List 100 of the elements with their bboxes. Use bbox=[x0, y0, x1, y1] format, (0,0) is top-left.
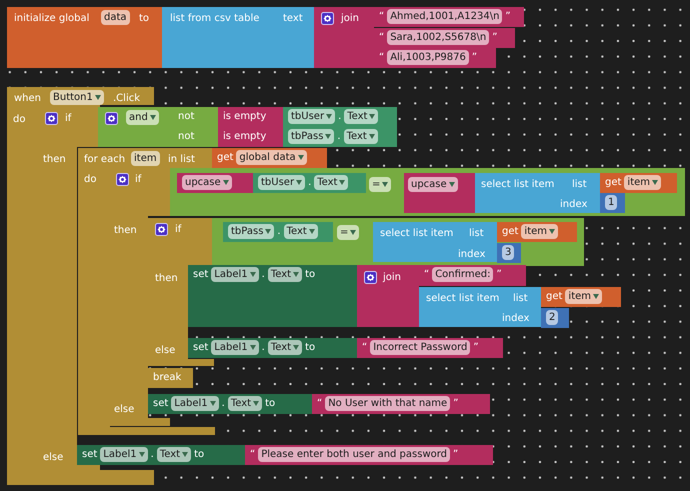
dropdown[interactable]: Text bbox=[156, 447, 192, 462]
gear-icon[interactable] bbox=[321, 12, 334, 25]
list-block[interactable]: list from csv table text join “ Ahmed,1001,A1234\n ” “ Sara,1002,S5678\n ” “ Ali,1003,P9876 ” bbox=[162, 7, 524, 68]
text-block[interactable]: is empty tbPass . Text bbox=[218, 127, 397, 147]
dropdown[interactable]: Text bbox=[344, 109, 378, 124]
text-block[interactable]: “ Sara,1002,S5678\n ” bbox=[374, 28, 515, 48]
text-block[interactable]: “ Please enter both user and password ” bbox=[245, 445, 493, 465]
variable-block[interactable]: get global data bbox=[212, 148, 327, 168]
text-block[interactable]: “ Confirmed: ” bbox=[419, 265, 526, 286]
number-block[interactable]: 1 bbox=[600, 193, 625, 213]
dropdown[interactable]: global data bbox=[236, 150, 307, 165]
variable-name-field[interactable]: data bbox=[101, 10, 130, 25]
dropdown[interactable]: Label1 bbox=[211, 340, 259, 355]
gear-icon[interactable] bbox=[105, 112, 118, 125]
property-getter-block[interactable]: tbPass . Text bbox=[283, 127, 397, 147]
list-block[interactable]: select list item list get item index 3 bbox=[373, 222, 577, 263]
text-value-field[interactable]: Ali,1003,P9876 bbox=[387, 50, 469, 65]
dropdown[interactable]: item bbox=[624, 175, 662, 190]
text-value-field[interactable]: Incorrect Password bbox=[370, 340, 470, 355]
number-block[interactable]: 3 bbox=[497, 243, 521, 263]
property-setter-block[interactable]: set Label1 . Text to join “ Confirmed: ” select list item list get item index 2 bbox=[188, 265, 621, 328]
text-block[interactable]: “ No User with that name ” bbox=[312, 394, 490, 414]
text-block[interactable]: is empty tbUser . Text bbox=[218, 107, 397, 127]
text-value-field[interactable]: Sara,1002,S5678\n bbox=[387, 30, 490, 45]
dropdown[interactable]: Label1 bbox=[171, 396, 219, 411]
dropdown[interactable]: upcase bbox=[408, 177, 458, 192]
variable-block[interactable]: get item bbox=[541, 287, 621, 307]
property-setter-block[interactable]: set Label1 . Text to “ No User with that name ” bbox=[148, 394, 490, 414]
gear-icon[interactable] bbox=[116, 173, 129, 186]
dropdown[interactable]: = bbox=[337, 225, 360, 240]
dropdown[interactable]: Text bbox=[314, 175, 348, 190]
block-label: set bbox=[193, 341, 208, 355]
block-label: join bbox=[341, 12, 360, 26]
block-label: . bbox=[222, 397, 225, 411]
property-getter-block[interactable]: tbUser . Text bbox=[253, 173, 366, 193]
gear-icon[interactable] bbox=[45, 112, 58, 125]
block-label: .Click bbox=[113, 92, 140, 106]
dropdown[interactable]: Label1 bbox=[100, 447, 148, 462]
dropdown[interactable]: Text bbox=[228, 396, 262, 411]
text-block[interactable]: “ Ali,1003,P9876 ” bbox=[374, 48, 496, 68]
text-block[interactable]: join “ Confirmed: ” select list item list get item index 2 bbox=[357, 265, 621, 328]
caret-icon bbox=[382, 182, 388, 187]
dropdown[interactable]: Label1 bbox=[211, 267, 259, 282]
dropdown[interactable]: item bbox=[521, 224, 558, 239]
caret-icon bbox=[293, 345, 300, 350]
logic-block[interactable]: upcase tbUser . Text = upcase select list item list get item index 1 bbox=[170, 168, 685, 216]
logic-block[interactable]: not is empty tbUser . Text bbox=[173, 107, 397, 127]
text-value-field[interactable]: Confirmed: bbox=[432, 267, 494, 282]
number-block[interactable]: 2 bbox=[541, 308, 569, 328]
block-label: index bbox=[458, 248, 486, 262]
text-block[interactable]: upcase select list item list get item index 1 bbox=[404, 173, 677, 213]
property-getter-block[interactable]: tbUser . Text bbox=[283, 107, 397, 127]
dropdown[interactable]: tbPass bbox=[288, 129, 334, 144]
dropdown[interactable]: Text bbox=[268, 340, 302, 355]
property-setter-block[interactable]: set Label1 . Text to “ Incorrect Password ” bbox=[188, 338, 503, 358]
dropdown[interactable]: Text bbox=[284, 224, 318, 239]
list-block[interactable]: select list item list get item index 2 bbox=[419, 287, 621, 328]
dropdown[interactable]: upcase bbox=[182, 175, 232, 190]
variable-block[interactable]: get item bbox=[497, 222, 577, 242]
logic-block[interactable]: not is empty tbPass . Text bbox=[173, 127, 397, 147]
variable-block[interactable]: initialize global data to list from csv table text join “ Ahmed,1001,A1234\n ” “ Sara,1002,S5678\n ” “ Ali,1003,P9876 ” bbox=[7, 7, 524, 68]
caret-icon bbox=[339, 180, 346, 185]
dropdown[interactable]: Text bbox=[268, 267, 302, 282]
variable-block[interactable]: get item bbox=[600, 173, 677, 193]
dropdown[interactable]: = bbox=[369, 177, 392, 192]
dropdown[interactable]: Button1 bbox=[50, 90, 104, 105]
caret-icon bbox=[549, 229, 556, 234]
gear-icon[interactable] bbox=[155, 223, 168, 236]
dropdown[interactable]: tbPass bbox=[228, 224, 274, 239]
quote-mark: “ bbox=[424, 268, 430, 282]
caret-icon bbox=[325, 134, 332, 139]
dropdown[interactable]: Text bbox=[344, 129, 378, 144]
caret-icon bbox=[368, 134, 375, 139]
text-value-field[interactable]: Please enter both user and password bbox=[258, 447, 450, 462]
control-block[interactable]: if tbPass . Text = select list item list get item index 3 then set Label1 . Text to join “ Confirmed: ” select list item list get item index 2 else set Label1 . Text to “ Incorrect Password ” bbox=[148, 218, 621, 366]
block-label: then bbox=[155, 272, 178, 286]
text-block[interactable]: “ Ahmed,1001,A1234\n ” bbox=[374, 7, 524, 27]
property-setter-block[interactable]: set Label1 . Text to “ Please enter both user and password ” bbox=[77, 445, 493, 465]
dropdown[interactable]: tbUser bbox=[288, 109, 336, 124]
logic-block[interactable]: tbPass . Text = select list item list get item index 3 bbox=[212, 218, 584, 266]
list-block[interactable]: select list item list get item index 1 bbox=[475, 173, 677, 213]
text-value-field[interactable]: No User with that name bbox=[325, 396, 450, 411]
text-block[interactable]: join “ Ahmed,1001,A1234\n ” “ Sara,1002,S5678\n ” “ Ali,1003,P9876 ” bbox=[314, 7, 524, 68]
block-label: do bbox=[13, 113, 26, 127]
quote-mark: ” bbox=[505, 10, 511, 24]
text-block[interactable]: “ Incorrect Password ” bbox=[357, 338, 503, 358]
text-block[interactable]: upcase tbUser . Text bbox=[177, 173, 366, 193]
number-field[interactable]: 1 bbox=[605, 195, 618, 210]
number-field[interactable]: 2 bbox=[546, 310, 558, 325]
variable-name-field[interactable]: item bbox=[131, 151, 160, 166]
caret-icon bbox=[182, 452, 188, 457]
property-getter-block[interactable]: tbPass . Text bbox=[223, 222, 333, 242]
block-label: to bbox=[194, 448, 204, 462]
dropdown[interactable]: item bbox=[565, 289, 602, 304]
dropdown[interactable]: tbUser bbox=[258, 175, 306, 190]
number-field[interactable]: 3 bbox=[502, 245, 514, 260]
dropdown[interactable]: and bbox=[126, 110, 159, 125]
text-value-field[interactable]: Ahmed,1001,A1234\n bbox=[387, 9, 502, 24]
gear-icon[interactable] bbox=[364, 271, 377, 284]
quote-mark: ” bbox=[453, 397, 458, 411]
